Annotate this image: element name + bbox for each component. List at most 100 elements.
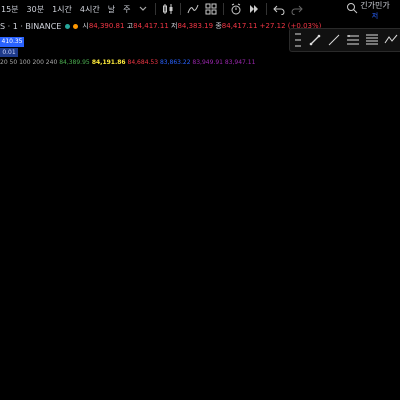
candlestick-icon[interactable]: [161, 2, 175, 16]
candle[interactable]: [51, 302, 54, 317]
ma-line-tan[interactable]: [0, 255, 346, 270]
candle[interactable]: [41, 302, 44, 305]
candle[interactable]: [285, 194, 288, 205]
alert-icon[interactable]: [229, 2, 243, 16]
candle[interactable]: [157, 323, 160, 328]
ma-legend[interactable]: 20 50 100 200 240 84,389.95 84,191.86 84…: [0, 59, 255, 66]
candle[interactable]: [262, 252, 265, 277]
candle[interactable]: [61, 320, 64, 322]
candle[interactable]: [256, 281, 259, 283]
candle[interactable]: [196, 209, 199, 227]
undo-icon[interactable]: [272, 2, 286, 16]
candle[interactable]: [292, 214, 295, 219]
replay-icon[interactable]: [247, 2, 261, 16]
ma-line-red[interactable]: [0, 211, 400, 294]
candle[interactable]: [114, 335, 117, 345]
candle[interactable]: [163, 301, 166, 317]
short-position-zone-1-risk[interactable]: [191, 137, 236, 220]
candle[interactable]: [236, 329, 239, 335]
candle[interactable]: [209, 251, 213, 268]
candle[interactable]: [305, 245, 308, 249]
candle[interactable]: [107, 328, 110, 332]
candle[interactable]: [223, 237, 226, 261]
candle[interactable]: [87, 331, 90, 336]
candle[interactable]: [332, 107, 335, 116]
candle[interactable]: [38, 296, 41, 305]
price-badge[interactable]: 410.35: [0, 37, 24, 47]
template-icon[interactable]: [204, 2, 218, 16]
candle[interactable]: [312, 220, 315, 239]
candle[interactable]: [11, 262, 15, 270]
candle[interactable]: [71, 325, 74, 331]
candle[interactable]: [18, 270, 21, 275]
candle[interactable]: [308, 238, 312, 249]
candle[interactable]: [186, 210, 189, 221]
candle[interactable]: [54, 316, 57, 318]
candle[interactable]: [97, 322, 100, 329]
candle[interactable]: [127, 337, 130, 349]
candle[interactable]: [31, 280, 34, 286]
candle[interactable]: [28, 275, 31, 281]
ma-line-blue[interactable]: [0, 231, 400, 274]
candle[interactable]: [91, 320, 94, 332]
candle[interactable]: [200, 226, 203, 238]
chevron-down-icon[interactable]: [136, 2, 150, 16]
candle[interactable]: [137, 340, 140, 342]
redo-icon[interactable]: [290, 2, 304, 16]
candle[interactable]: [176, 249, 180, 257]
ma-line-yellow[interactable]: [0, 184, 341, 326]
timeframe-week[interactable]: 주: [119, 4, 134, 15]
timeframe-1h[interactable]: 1시간: [48, 4, 76, 15]
candle[interactable]: [35, 285, 38, 297]
candle[interactable]: [325, 141, 328, 158]
candle[interactable]: [229, 293, 232, 310]
brush-icon[interactable]: [382, 31, 400, 49]
candle[interactable]: [77, 325, 81, 327]
short-position-zone-1-target[interactable]: [191, 220, 236, 372]
indicator-icon[interactable]: [186, 2, 200, 16]
candle[interactable]: [150, 327, 153, 337]
candle[interactable]: [173, 256, 176, 271]
candle[interactable]: [282, 204, 285, 210]
candle[interactable]: [124, 347, 127, 349]
candle[interactable]: [190, 202, 193, 211]
candle[interactable]: [266, 234, 269, 253]
timeframe-30m[interactable]: 30분: [23, 4, 49, 15]
candle[interactable]: [140, 335, 143, 341]
candle[interactable]: [130, 337, 133, 347]
candle[interactable]: [180, 226, 183, 250]
candle[interactable]: [338, 103, 341, 108]
candle[interactable]: [183, 220, 186, 227]
candle[interactable]: [302, 245, 305, 247]
candle[interactable]: [289, 194, 292, 215]
candle[interactable]: [246, 291, 249, 304]
candle[interactable]: [322, 157, 325, 187]
candle[interactable]: [81, 325, 84, 327]
candle[interactable]: [110, 331, 114, 336]
candle[interactable]: [252, 282, 255, 288]
ma-line-green[interactable]: [0, 177, 346, 338]
candle[interactable]: [48, 302, 51, 309]
candle[interactable]: [160, 316, 163, 328]
candle[interactable]: [74, 325, 77, 327]
timeframe-4h[interactable]: 4시간: [76, 4, 104, 15]
candle[interactable]: [8, 262, 11, 264]
candle[interactable]: [216, 237, 219, 247]
candle[interactable]: [335, 103, 338, 108]
pencil-icon[interactable]: [305, 31, 324, 49]
candle[interactable]: [21, 270, 24, 279]
candle[interactable]: [117, 337, 120, 345]
search-icon[interactable]: [346, 2, 358, 14]
long-short-icon[interactable]: [343, 31, 362, 49]
candle[interactable]: [2, 264, 5, 266]
timeframe-day[interactable]: 날: [104, 4, 119, 15]
candle[interactable]: [295, 218, 298, 227]
candle[interactable]: [341, 107, 345, 111]
candle[interactable]: [5, 263, 8, 265]
candle[interactable]: [58, 316, 61, 321]
trendline-icon[interactable]: [324, 31, 343, 49]
candle[interactable]: [299, 226, 302, 246]
candle[interactable]: [275, 210, 279, 217]
drag-handle[interactable]: [295, 33, 301, 47]
candle[interactable]: [167, 284, 170, 302]
